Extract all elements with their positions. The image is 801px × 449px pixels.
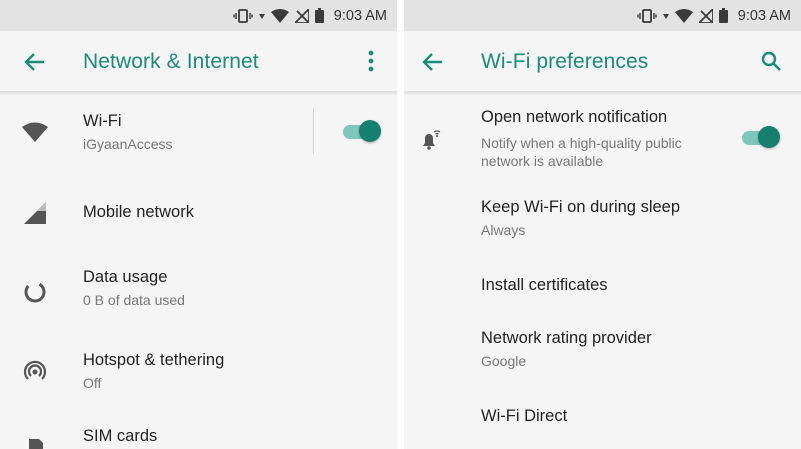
settings-item-mobile-network[interactable]: Mobile network [0,188,397,238]
data-usage-icon [22,279,48,305]
pref-install-certificates[interactable]: Install certificates [404,266,801,310]
settings-item-wifi[interactable]: Wi-Fi iGyaanAccess [0,102,397,160]
item-label: Wi-Fi [83,112,122,130]
sim-card-icon [22,436,48,449]
wifi-toggle[interactable] [343,118,383,144]
page-title: Wi-Fi preferences [481,50,649,73]
settings-item-hotspot[interactable]: Hotspot & tethering Off [0,342,397,400]
item-summary: Always [481,222,526,238]
notification-wifi-icon [418,126,444,152]
wifi-preferences-screen: 9:03 AM Wi-Fi preferences Open network n… [404,0,801,449]
item-summary: Google [481,353,527,369]
battery-icon [718,8,728,23]
item-summary-line-1: Notify when a high-quality public [481,135,682,151]
app-bar: Wi-Fi preferences [404,31,801,91]
pref-network-rating-provider[interactable]: Network rating provider Google [404,320,801,378]
item-summary: Off [83,375,102,391]
item-label: Mobile network [83,203,194,221]
wifi-icon [22,119,48,145]
battery-icon [314,8,324,23]
more-options-icon[interactable] [357,47,385,75]
app-bar-shadow [0,91,397,95]
item-label: SIM cards [83,427,158,445]
back-arrow-icon[interactable] [22,49,48,75]
settings-item-sim-cards[interactable]: SIM cards [0,420,397,449]
hotspot-icon [22,359,48,385]
item-label: Install certificates [481,276,608,294]
item-summary-line-2: network is available [481,153,604,169]
data-arrow-icon [258,12,265,20]
wifi-status-icon [270,8,289,23]
page-title: Network & Internet [83,50,259,73]
item-label: Hotspot & tethering [83,351,225,369]
item-summary: 0 B of data used [83,292,185,308]
open-network-notification-toggle[interactable] [742,124,782,150]
wifi-status-icon [674,8,693,23]
status-time: 9:03 AM [737,7,791,24]
item-label: Data usage [83,268,168,286]
item-label: Wi-Fi Direct [481,407,568,425]
app-bar-shadow [404,91,801,95]
vibrate-icon [637,8,657,23]
status-bar: 9:03 AM [0,0,397,31]
cell-signal-icon [22,200,48,226]
network-internet-screen: 9:03 AM Network & Internet Wi-Fi iGyaanA… [0,0,397,449]
vibrate-icon [233,8,253,23]
back-arrow-icon[interactable] [420,49,446,75]
pref-wifi-direct[interactable]: Wi-Fi Direct [404,398,801,442]
app-bar: Network & Internet [0,31,397,91]
pref-keep-wifi-on-during-sleep[interactable]: Keep Wi-Fi on during sleep Always [404,190,801,248]
status-time: 9:03 AM [333,7,387,24]
no-signal-icon [294,8,309,23]
item-label: Network rating provider [481,329,652,347]
settings-item-data-usage[interactable]: Data usage 0 B of data used [0,258,397,318]
toggle-separator [313,108,314,154]
search-icon[interactable] [757,47,785,75]
item-summary: iGyaanAccess [83,136,173,152]
data-arrow-icon [662,12,669,20]
item-label: Open network notification [481,108,668,126]
item-label: Keep Wi-Fi on during sleep [481,198,681,216]
status-bar: 9:03 AM [404,0,801,31]
no-signal-icon [698,8,713,23]
